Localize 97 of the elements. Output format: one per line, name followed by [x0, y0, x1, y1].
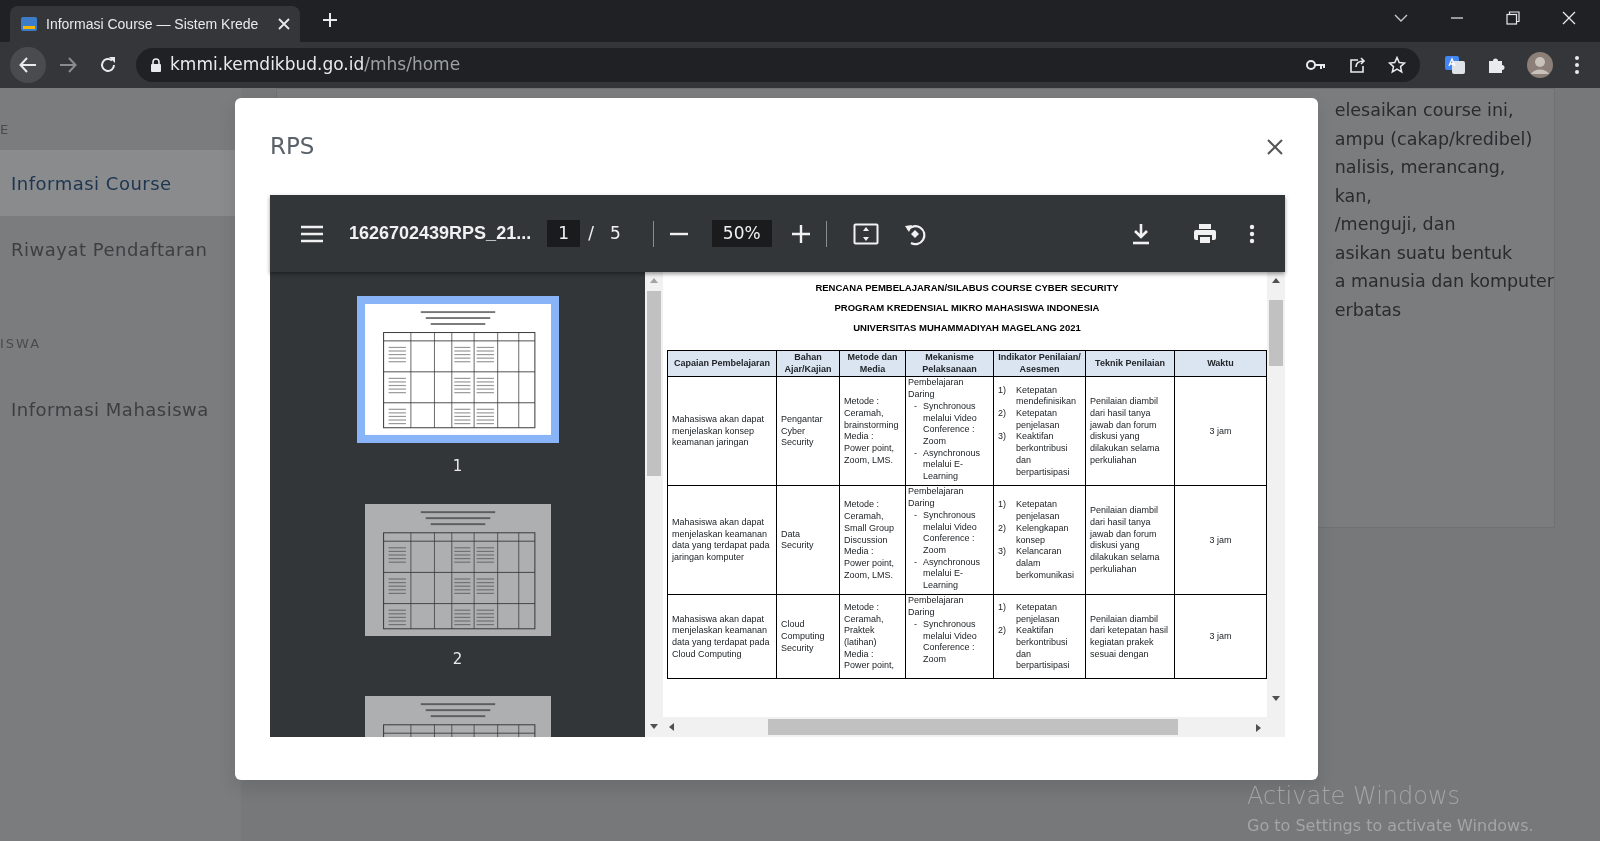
table-cell-text: Pembelajaran Daring	[908, 377, 965, 401]
zoom-in-icon[interactable]	[791, 224, 810, 243]
more-icon[interactable]	[1574, 55, 1580, 75]
table-cell: Metode : Ceramah, Small Group Discussion Media : Power point, Zoom, LMS.	[839, 485, 906, 595]
table-cell-text: Asynchronous melalui E-Learning	[923, 447, 982, 483]
list-marker: -	[914, 556, 917, 569]
key-icon[interactable]	[1306, 59, 1326, 71]
scrollbar-thumb[interactable]	[1269, 300, 1283, 366]
list-marker: -	[914, 618, 917, 631]
table-cell-text: Ketepatan penjelasan	[1016, 499, 1061, 523]
page-thumbnail[interactable]	[356, 296, 559, 443]
scrollbar[interactable]	[645, 272, 663, 737]
print-icon[interactable]	[1193, 222, 1217, 245]
scrollbar-thumb[interactable]	[768, 719, 1178, 735]
list-marker: 1)	[998, 601, 1007, 614]
table-cell: 3 jam	[1174, 376, 1267, 486]
zoom-field[interactable]: 50%	[711, 220, 772, 247]
scrollbar-thumb[interactable]	[647, 291, 661, 476]
table-cell: Cloud Computing Security	[776, 594, 840, 679]
reload-icon[interactable]	[99, 56, 117, 74]
table-cell-text: Keaktifan berkontribusi dan berpartisipasi	[1016, 625, 1071, 672]
list-marker: -	[914, 509, 917, 522]
page-thumbnail[interactable]	[364, 503, 551, 636]
more-icon[interactable]	[1249, 223, 1255, 244]
list-marker: -	[914, 400, 917, 413]
zoom-out-icon[interactable]	[669, 231, 688, 236]
page-number: 2	[452, 648, 463, 670]
table-cell-text: Synchronous melalui Video Conference : Zoom	[923, 400, 978, 448]
browser-tab[interactable]: Informasi Course — Sistem Krede	[10, 6, 300, 42]
column-header: Mekanisme Pelaksanaan	[905, 350, 994, 377]
table-cell-text: Kelancaran dalam berkomunikasi	[1016, 546, 1076, 582]
page-input[interactable]: 1	[547, 220, 581, 247]
table-cell-text: Pembelajaran Daring	[908, 595, 965, 619]
download-icon[interactable]	[1131, 222, 1151, 245]
document-heading: UNIVERSITAS MUHAMMADIYAH MAGELANG 2021	[852, 321, 1082, 335]
table-cell: Penilaian diambil dari hasil tanya jawab dan forum diskusi yang dilakukan selama perkuliahan	[1085, 485, 1175, 595]
tab-title: Informasi Course — Sistem Krede	[46, 14, 260, 34]
chevron-down-icon[interactable]	[1394, 13, 1408, 23]
table-cell-text: Ketepatan penjelasan	[1016, 601, 1061, 626]
column-header: Metode dan Media	[839, 350, 906, 377]
table-cell-text: Ketepatan mendefinisikan	[1016, 384, 1078, 408]
file-name: 1626702439RPS_21...	[349, 222, 532, 245]
table-cell: Metode : Ceramah, Praktek (latihan) Media : Power point,	[839, 594, 906, 679]
table-cell: Mahasiswa akan dapat menjelaskan konsep keamanan jaringan	[667, 376, 777, 486]
table-cell: Penilaian diambil dari hasil tanya jawab dan forum diskusi yang dilakukan selama perkuliahan	[1085, 376, 1175, 486]
table-cell: 3 jam	[1174, 594, 1267, 679]
list-marker: 2)	[998, 522, 1007, 535]
minimize-icon[interactable]	[1450, 16, 1464, 20]
table-cell: Metode : Ceramah, brainstorming Media : Power point, Zoom, LMS.	[839, 376, 906, 486]
table-cell-text: Pembelajaran Daring	[908, 486, 965, 510]
table-cell-text: Ketepatan penjelasan	[1016, 408, 1061, 432]
table-cell-text: Synchronous melalui Video Conference : Zoom	[923, 509, 978, 557]
table-cell: Mahasiswa akan dapat menjelaskan keamanan data yang terdapat pada Cloud Computing	[667, 594, 777, 679]
table-cell-text: Kelengkapan konsep	[1016, 522, 1070, 547]
star-icon[interactable]	[1388, 56, 1406, 74]
modal-title: RPS	[270, 132, 315, 162]
table-cell: Penilaian diambil dari ketepatan hasil kegiatan prakek sesuai dengan	[1085, 594, 1175, 679]
column-header: Teknik Penilaian	[1085, 350, 1175, 377]
table-cell: Mahasiswa akan dapat menjelaskan keamanan data yang terdapat pada jaringan komputer	[667, 485, 777, 595]
site-favicon	[20, 15, 38, 33]
table-cell: Data Security	[776, 485, 840, 595]
page-count: 5	[609, 221, 621, 245]
list-marker: 2)	[998, 625, 1007, 638]
restore-icon[interactable]	[1506, 11, 1520, 25]
course-description: elesaikan course ini, ampu (cakap/kredibel) nalisis, merancang, kan, /menguji, dan asikan suatu bentuk a manusia dan komputer erbatas	[1334, 99, 1554, 322]
column-header: Bahan Ajar/Kajian	[776, 350, 840, 377]
table-cell-text: Asynchronous melalui E-Learning	[923, 556, 982, 592]
fit-page-icon[interactable]	[852, 222, 879, 245]
list-marker: 3)	[998, 546, 1007, 559]
close-icon[interactable]	[1267, 138, 1283, 155]
list-marker: -	[914, 447, 917, 460]
table-cell-text: Synchronous melalui Video Conference : Zoom	[923, 618, 978, 666]
page-number: 1	[452, 456, 463, 477]
page-separator: /	[588, 221, 594, 245]
lock-icon	[150, 58, 162, 72]
share-icon[interactable]	[1348, 56, 1366, 74]
scrollbar[interactable]	[1267, 272, 1285, 737]
list-marker: 3)	[998, 431, 1007, 444]
menu-icon[interactable]	[300, 224, 324, 243]
list-marker: 1)	[998, 499, 1007, 512]
new-tab-icon[interactable]	[322, 12, 338, 28]
column-header: Capaian Pembelajaran	[667, 350, 777, 377]
translate-icon[interactable]	[1444, 54, 1466, 76]
list-marker: 2)	[998, 408, 1007, 420]
back-icon[interactable]	[19, 56, 37, 74]
document-heading: PROGRAM KREDENSIAL MIKRO MAHASISWA INDONESIA	[833, 301, 1101, 315]
column-header: Indikator Penilaian/ Asesmen	[993, 350, 1086, 377]
column-header: Waktu	[1174, 350, 1267, 377]
table-cell: 3 jam	[1174, 485, 1267, 595]
url-text: kmmi.kemdikbud.go.id/mhs/home	[170, 53, 461, 77]
table-cell: Pengantar Cyber Security	[776, 376, 840, 486]
document-heading: RENCANA PEMBELAJARAN/SILABUS COURSE CYBER SECURITY	[814, 281, 1120, 295]
forward-icon[interactable]	[59, 56, 77, 74]
address-bar[interactable]: kmmi.kemdikbud.go.id/mhs/home	[136, 48, 1420, 82]
avatar-icon[interactable]	[1526, 51, 1554, 79]
list-marker: 1)	[998, 384, 1007, 397]
table-cell-text: Keaktifan berkontribusi dan berpartisipasi	[1016, 431, 1071, 479]
